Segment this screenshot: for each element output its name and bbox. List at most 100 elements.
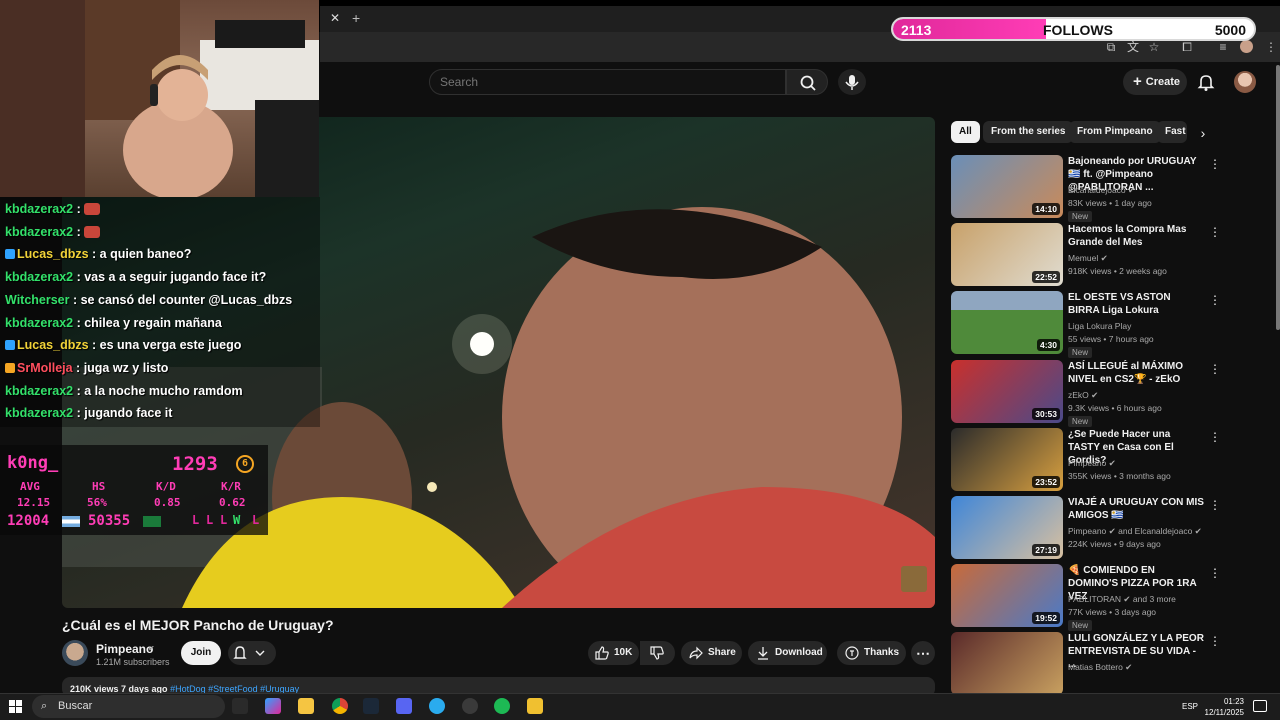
create-button[interactable]: + Create xyxy=(1123,69,1187,95)
recommended-video[interactable]: 14:10 Bajoneando por URUGUAY 🇺🇾 ft. @Pimp… xyxy=(951,155,1221,222)
search-input[interactable] xyxy=(429,69,786,95)
notifications-bell-icon[interactable] xyxy=(1196,72,1216,92)
recommended-video-title[interactable]: VIAJÉ A URUGUAY CON MIS AMIGOS 🇺🇾 xyxy=(1068,496,1204,522)
recommended-video-title[interactable]: EL OESTE VS ASTON BIRRA Liga Lokura xyxy=(1068,291,1204,317)
video-thumbnail[interactable]: 22:52 xyxy=(951,223,1063,287)
channel-name[interactable]: Pimpeano xyxy=(96,642,153,656)
browser-menu-icon[interactable]: ⋮ xyxy=(1264,40,1278,54)
more-vertical-icon[interactable]: ⋮ xyxy=(1209,293,1221,307)
video-thumbnail[interactable]: 14:10 xyxy=(951,155,1063,218)
chip-from-pimpeano[interactable]: From Pimpeano xyxy=(1069,121,1161,143)
recommended-video[interactable]: 22:52 Hacemos la Compra Mas Grande del Me… xyxy=(951,223,1221,287)
recommended-video[interactable]: 27:19 VIAJÉ A URUGUAY CON MIS AMIGOS 🇺🇾 Pi… xyxy=(951,496,1221,560)
recommended-video-channel[interactable]: Pimpeano ✔ and Elcanaldejoaco ✔ xyxy=(1068,526,1202,537)
tab-close-icon[interactable]: ✕ xyxy=(328,10,342,26)
stats-elo-b: 50355 xyxy=(88,513,131,529)
chevron-right-icon[interactable]: › xyxy=(1194,124,1212,142)
profile-avatar[interactable] xyxy=(1240,40,1253,53)
install-app-icon[interactable]: ⧉ xyxy=(1104,40,1118,54)
more-vertical-icon[interactable]: ⋮ xyxy=(1209,430,1221,444)
chat-username[interactable]: kbdazerax2 xyxy=(5,202,73,216)
recommended-video-channel[interactable]: Matias Bottero ✔ xyxy=(1068,662,1132,673)
more-actions-button[interactable]: ⋯ xyxy=(911,641,935,665)
extensions-icon[interactable]: ⧠ xyxy=(1180,40,1194,54)
page-scrollbar[interactable] xyxy=(1276,65,1280,330)
discord-icon[interactable] xyxy=(396,698,412,714)
video-duration: 14:10 xyxy=(1032,203,1060,215)
notification-center-icon[interactable] xyxy=(1253,700,1267,712)
channel-watermark-icon[interactable] xyxy=(901,566,927,592)
chat-username[interactable]: Lucas_dbzs xyxy=(17,338,89,352)
telegram-icon[interactable] xyxy=(429,698,445,714)
video-thumbnail[interactable]: 19:52 xyxy=(951,564,1063,628)
download-button[interactable]: Download xyxy=(748,641,827,665)
more-vertical-icon[interactable]: ⋮ xyxy=(1209,566,1221,580)
search-button[interactable] xyxy=(786,69,828,95)
join-button[interactable]: Join xyxy=(181,641,221,665)
more-vertical-icon[interactable]: ⋮ xyxy=(1209,157,1221,171)
translate-icon[interactable]: 文 xyxy=(1126,40,1140,54)
windows-start-icon[interactable] xyxy=(9,700,22,713)
recommended-video-title[interactable]: Hacemos la Compra Mas Grande del Mes xyxy=(1068,223,1204,249)
video-thumbnail[interactable]: 30:53 xyxy=(951,359,1063,423)
task-view-icon[interactable] xyxy=(232,698,248,714)
subscribe-notifications-button[interactable] xyxy=(228,641,276,665)
chat-username[interactable]: kbdazerax2 xyxy=(5,225,73,239)
user-avatar[interactable] xyxy=(1234,71,1256,93)
video-thumbnail[interactable]: 4:30 xyxy=(951,291,1063,355)
like-button[interactable]: 10K xyxy=(588,641,639,665)
search-icon xyxy=(800,75,816,91)
chat-username[interactable]: kbdazerax2 xyxy=(5,406,73,420)
chat-message: Lucas_dbzs : a quien baneo? xyxy=(5,247,191,261)
chip-from-the-series[interactable]: From the series xyxy=(983,121,1074,143)
chip-all[interactable]: All xyxy=(951,121,980,143)
new-tab-icon[interactable]: + xyxy=(352,10,360,26)
recommended-video-title[interactable]: ASÍ LLEGUÉ al MÁXIMO NIVEL en CS2🏆 - zEk… xyxy=(1068,360,1204,386)
video-thumbnail[interactable]: 27:19 xyxy=(951,496,1063,559)
recommended-video-channel[interactable]: PABLITORAN ✔ and 3 more xyxy=(1068,594,1176,605)
share-icon xyxy=(689,646,703,660)
media-control-icon[interactable]: ≡ xyxy=(1216,40,1230,54)
bookmark-star-icon[interactable]: ☆ xyxy=(1147,40,1161,54)
recommended-video[interactable]: LULI GONZÁLEZ Y LA PEOR ENTREVISTA DE SU… xyxy=(951,632,1221,696)
steam-icon[interactable] xyxy=(363,698,379,714)
recommended-video-channel[interactable]: Memuel ✔ xyxy=(1068,253,1108,264)
thanks-button[interactable]: Thanks xyxy=(837,641,906,665)
taskbar-search[interactable]: ⌕ Buscar xyxy=(32,695,225,718)
video-thumbnail[interactable] xyxy=(951,632,1063,696)
notes-icon[interactable] xyxy=(527,698,543,714)
voice-search-button[interactable] xyxy=(838,69,866,95)
recommended-video[interactable]: 4:30 EL OESTE VS ASTON BIRRA Liga Lokura L… xyxy=(951,291,1221,359)
chat-username[interactable]: kbdazerax2 xyxy=(5,316,73,330)
recommended-video[interactable]: 23:52 ¿Se Puede Hacer una TASTY en Casa c… xyxy=(951,427,1221,492)
chat-username[interactable]: SrMolleja xyxy=(17,361,73,375)
chat-separator: : xyxy=(73,202,85,216)
chat-username[interactable]: Lucas_dbzs xyxy=(17,247,89,261)
chat-username[interactable]: Witcherser xyxy=(5,293,70,307)
system-clock[interactable]: 01:23 12/11/2025 xyxy=(1200,696,1244,718)
video-thumbnail[interactable]: 23:52 xyxy=(951,427,1063,491)
channel-avatar[interactable] xyxy=(62,640,88,666)
input-language[interactable]: ESP xyxy=(1182,702,1198,711)
chat-username[interactable]: kbdazerax2 xyxy=(5,384,73,398)
recommended-video-channel[interactable]: Elcanaldejoaco ✔ xyxy=(1068,185,1135,196)
recommended-video-channel[interactable]: Pimpeano ✔ xyxy=(1068,458,1116,469)
more-vertical-icon[interactable]: ⋮ xyxy=(1209,362,1221,376)
recommended-video[interactable]: 30:53 ASÍ LLEGUÉ al MÁXIMO NIVEL en CS2🏆 … xyxy=(951,359,1221,427)
spotify-icon[interactable] xyxy=(494,698,510,714)
copilot-icon[interactable] xyxy=(265,698,281,714)
obs-icon[interactable] xyxy=(462,698,478,714)
more-vertical-icon[interactable]: ⋮ xyxy=(1209,498,1221,512)
share-button[interactable]: Share xyxy=(681,641,742,665)
recommended-video-channel[interactable]: Liga Lokura Play xyxy=(1068,321,1131,331)
chat-text: vas a a seguir jugando face it? xyxy=(84,270,267,285)
more-vertical-icon[interactable]: ⋮ xyxy=(1209,634,1221,648)
recommended-video-channel[interactable]: zEkO ✔ xyxy=(1068,390,1098,401)
recommended-video[interactable]: 19:52 🍕 COMIENDO EN DOMINO'S PIZZA POR 1R… xyxy=(951,564,1221,632)
chat-username[interactable]: kbdazerax2 xyxy=(5,270,73,284)
more-vertical-icon[interactable]: ⋮ xyxy=(1209,225,1221,239)
file-explorer-icon[interactable] xyxy=(298,698,314,714)
dislike-button[interactable] xyxy=(640,641,675,665)
chip-fast[interactable]: Fast xyxy=(1157,121,1187,143)
chrome-icon[interactable] xyxy=(332,698,348,714)
